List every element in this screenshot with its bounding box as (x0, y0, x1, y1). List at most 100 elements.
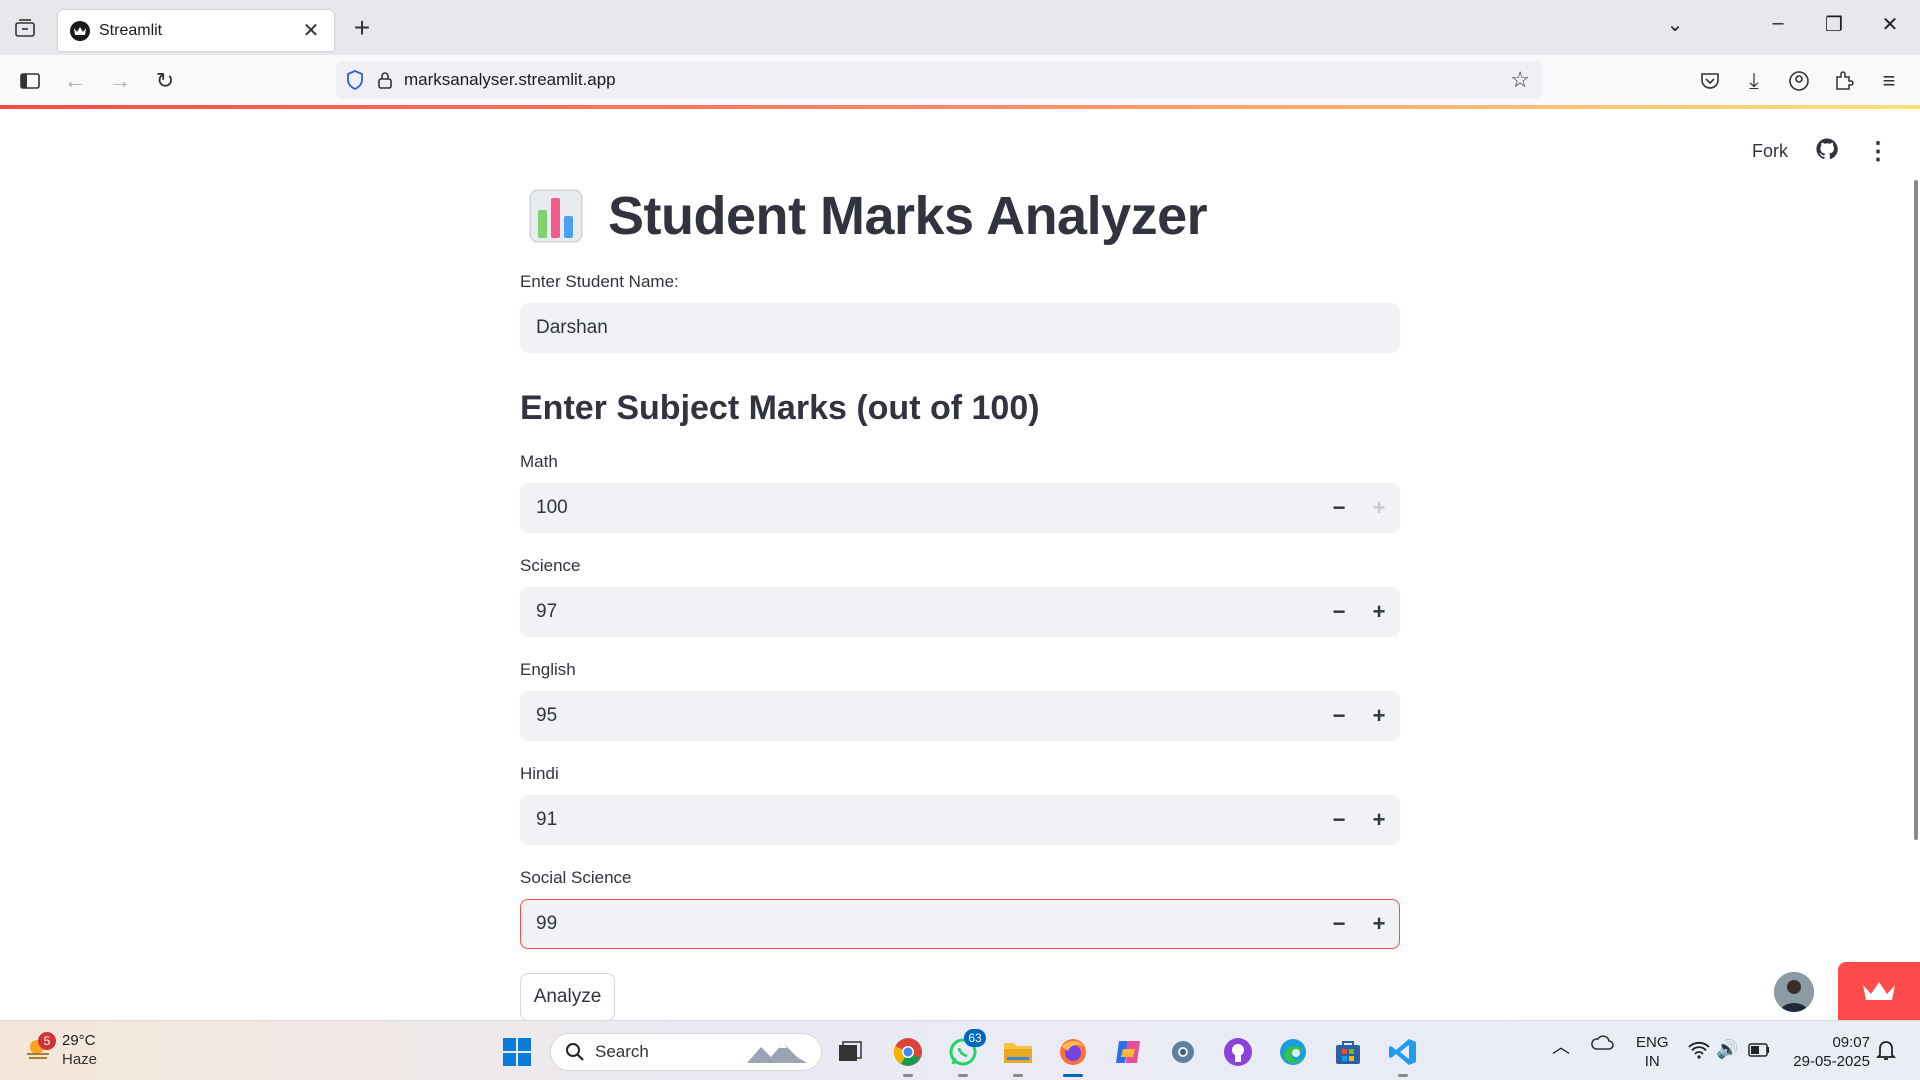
hindi-increment-button[interactable]: + (1359, 796, 1399, 844)
system-clock[interactable]: 09:07 29-05-2025 (1793, 1033, 1870, 1071)
fork-button[interactable]: Fork (1752, 141, 1788, 162)
restore-icon[interactable]: ❐ (1814, 12, 1854, 37)
english-increment-button[interactable]: + (1359, 692, 1399, 740)
account-icon[interactable] (1785, 67, 1813, 95)
file-explorer-icon[interactable] (1001, 1035, 1035, 1077)
science-increment-button[interactable]: + (1359, 588, 1399, 636)
avatar[interactable] (1774, 972, 1814, 1012)
english-number-input[interactable]: 95 − + (520, 691, 1400, 741)
show-hidden-icons-chevron-icon[interactable]: ︿ (1552, 1033, 1570, 1059)
weather-temperature: 29°C (62, 1032, 96, 1049)
firefox-icon[interactable] (1056, 1035, 1090, 1077)
notifications-bell-icon[interactable] (1875, 1039, 1897, 1065)
math-decrement-button[interactable]: − (1319, 484, 1359, 532)
page-scrollbar[interactable] (1914, 180, 1918, 840)
microsoft-store-icon[interactable] (1331, 1035, 1365, 1069)
new-tab-icon[interactable]: + (349, 14, 375, 42)
bookmark-star-icon[interactable]: ☆ (1510, 67, 1530, 93)
streamlit-loading-bar (0, 105, 1920, 109)
social-science-number-input[interactable]: 99 − + (520, 899, 1400, 949)
social-science-decrement-button[interactable]: − (1319, 900, 1359, 948)
analyze-button[interactable]: Analyze (520, 973, 615, 1021)
clock-time: 09:07 (1832, 1034, 1870, 1051)
science-decrement-button[interactable]: − (1319, 588, 1359, 636)
bar-chart-emoji-icon (529, 189, 583, 243)
url-text: marksanalyser.streamlit.app (404, 70, 616, 89)
github-icon[interactable] (1816, 138, 1838, 165)
chrome-icon[interactable] (891, 1035, 925, 1077)
language-line1: ENG (1636, 1034, 1669, 1051)
whatsapp-icon[interactable]: 63 (946, 1029, 986, 1077)
browser-tab-bar: Streamlit ✕ + ⌄ – ❐ ✕ (0, 0, 1920, 55)
math-value[interactable]: 100 (521, 497, 1319, 519)
hindi-label: Hindi (520, 764, 559, 783)
shield-icon[interactable] (344, 70, 366, 90)
windows-start-icon[interactable] (502, 1037, 532, 1067)
hindi-group: Hindi 91 − + (520, 764, 1400, 845)
task-view-icon[interactable] (833, 1035, 867, 1069)
onedrive-cloud-icon[interactable] (1590, 1033, 1614, 1055)
search-icon (566, 1043, 584, 1061)
extensions-icon[interactable] (1830, 67, 1858, 95)
science-group: Science 97 − + (520, 556, 1400, 637)
pocket-icon[interactable] (1696, 67, 1724, 95)
math-label: Math (520, 452, 558, 471)
address-bar[interactable]: marksanalyser.streamlit.app ☆ (336, 61, 1542, 99)
search-highlight-mountains-icon (747, 1043, 807, 1063)
lock-icon[interactable] (376, 71, 394, 89)
menu-hamburger-icon[interactable]: ≡ (1875, 67, 1903, 95)
tab-title: Streamlit (99, 21, 163, 39)
english-group: English 95 − + (520, 660, 1400, 741)
github-desktop-icon[interactable] (1221, 1035, 1255, 1069)
hindi-decrement-button[interactable]: − (1319, 796, 1359, 844)
windows-taskbar: 5 29°C Haze Search 63 ︿ ENG IN 🔊 09:07 2… (0, 1020, 1920, 1080)
tab-overflow-chevron-icon[interactable]: ⌄ (1655, 12, 1695, 37)
science-number-input[interactable]: 97 − + (520, 587, 1400, 637)
settings-gear-icon[interactable] (1166, 1035, 1200, 1069)
vscode-running-indicator (1398, 1074, 1408, 1077)
student-name-input[interactable]: Darshan (520, 303, 1400, 353)
page-title: Student Marks Analyzer (608, 186, 1208, 246)
language-line2: IN (1644, 1053, 1660, 1070)
hindi-number-input[interactable]: 91 − + (520, 795, 1400, 845)
social-science-value[interactable]: 99 (521, 913, 1319, 935)
english-decrement-button[interactable]: − (1319, 692, 1359, 740)
battery-icon[interactable] (1748, 1043, 1770, 1061)
back-arrow-icon[interactable]: ← (61, 67, 89, 95)
explorer-running-indicator (1013, 1074, 1023, 1077)
main-content: Student Marks Analyzer Enter Student Nam… (520, 180, 1400, 1021)
tab-list-icon[interactable] (12, 16, 38, 40)
forward-arrow-icon[interactable]: → (106, 67, 134, 95)
window-close-icon[interactable]: ✕ (1870, 12, 1910, 37)
streamlit-crown-icon (1863, 982, 1895, 1000)
taskbar-search[interactable]: Search (550, 1033, 822, 1071)
hindi-value[interactable]: 91 (521, 809, 1319, 831)
minimize-icon[interactable]: – (1758, 12, 1798, 35)
browser-tab-streamlit[interactable]: Streamlit ✕ (58, 10, 334, 51)
volume-icon[interactable]: 🔊 (1716, 1039, 1738, 1060)
sidebar-toggle-icon[interactable] (16, 67, 44, 95)
reload-icon[interactable]: ↻ (151, 67, 179, 95)
firefox-active-indicator (1063, 1074, 1083, 1077)
weather-widget[interactable]: 5 29°C Haze (24, 1031, 97, 1069)
weather-badge: 5 (38, 1032, 56, 1050)
whatsapp-running-indicator (958, 1074, 968, 1077)
english-label: English (520, 660, 576, 679)
more-options-icon[interactable]: ⋮ (1866, 139, 1890, 163)
close-tab-icon[interactable]: ✕ (300, 18, 322, 43)
math-increment-button[interactable]: + (1359, 484, 1399, 532)
wifi-icon[interactable] (1688, 1041, 1710, 1063)
weather-haze-icon: 5 (24, 1032, 56, 1064)
math-group: Math 100 − + (520, 452, 1400, 533)
science-value[interactable]: 97 (521, 601, 1319, 623)
language-indicator[interactable]: ENG IN (1636, 1033, 1669, 1071)
vscode-icon[interactable] (1386, 1035, 1420, 1077)
copilot-icon[interactable] (1111, 1035, 1145, 1069)
english-value[interactable]: 95 (521, 705, 1319, 727)
streamlit-badge[interactable] (1838, 962, 1920, 1020)
edge-icon[interactable] (1276, 1035, 1310, 1069)
downloads-icon[interactable]: ⤓ (1740, 67, 1768, 95)
social-science-increment-button[interactable]: + (1359, 900, 1399, 948)
math-number-input[interactable]: 100 − + (520, 483, 1400, 533)
chrome-running-indicator (903, 1074, 913, 1077)
